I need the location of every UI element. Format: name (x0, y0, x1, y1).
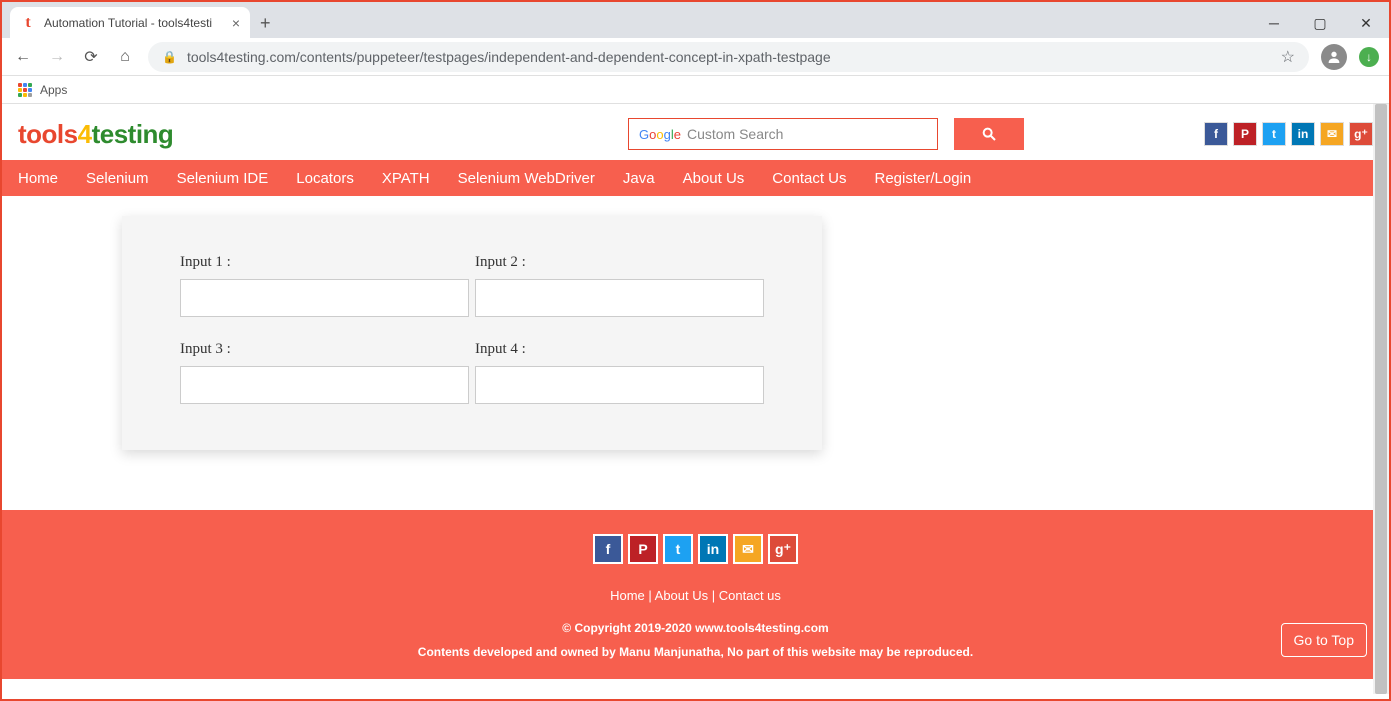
site-header: tools4testing Google Custom Search f P t… (2, 104, 1389, 160)
bookmark-star-icon[interactable]: ☆ (1281, 47, 1295, 67)
footer-pinterest-icon[interactable]: P (628, 534, 658, 564)
footer-links: Home | About Us | Contact us (18, 588, 1373, 603)
footer-social-row: f P t in ✉ g⁺ (18, 534, 1373, 564)
page-viewport: tools4testing Google Custom Search f P t… (2, 104, 1389, 694)
forward-button[interactable]: → (46, 46, 68, 68)
back-button[interactable]: ← (12, 46, 34, 68)
browser-chrome: t Automation Tutorial - tools4testi × + … (2, 2, 1389, 104)
input-3-label: Input 3 : (180, 341, 469, 358)
search-input[interactable]: Google Custom Search (628, 118, 938, 150)
bookmark-bar: Apps (2, 76, 1389, 104)
site-logo[interactable]: tools4testing (18, 119, 173, 150)
maximize-button[interactable]: ▢ (1297, 7, 1343, 39)
footer-email-icon[interactable]: ✉ (733, 534, 763, 564)
nav-selenium[interactable]: Selenium (86, 170, 149, 187)
extension-icon[interactable]: ↓ (1359, 47, 1379, 67)
main-nav: Home Selenium Selenium IDE Locators XPAT… (2, 160, 1389, 196)
googleplus-icon[interactable]: g⁺ (1349, 122, 1373, 146)
minimize-button[interactable]: ─ (1251, 7, 1297, 39)
footer-link-home[interactable]: Home (610, 588, 645, 603)
search-area: Google Custom Search (628, 118, 1024, 150)
nav-selenium-ide[interactable]: Selenium IDE (177, 170, 269, 187)
nav-java[interactable]: Java (623, 170, 655, 187)
input-1-label: Input 1 : (180, 254, 469, 271)
form-card: Input 1 : Input 2 : Input 3 : Input 4 : (122, 216, 822, 450)
footer-facebook-icon[interactable]: f (593, 534, 623, 564)
goto-top-button[interactable]: Go to Top (1281, 623, 1367, 657)
nav-about[interactable]: About Us (683, 170, 745, 187)
address-bar[interactable]: 🔒 tools4testing.com/contents/puppeteer/t… (148, 42, 1309, 72)
apps-icon[interactable] (18, 83, 32, 97)
close-tab-icon[interactable]: × (232, 15, 240, 31)
nav-locators[interactable]: Locators (296, 170, 354, 187)
google-logo: Google (639, 127, 681, 142)
scrollbar-thumb[interactable] (1375, 104, 1387, 694)
url-text: tools4testing.com/contents/puppeteer/tes… (187, 49, 1271, 65)
nav-register[interactable]: Register/Login (875, 170, 972, 187)
scrollbar[interactable] (1373, 104, 1389, 694)
apps-label[interactable]: Apps (40, 83, 67, 97)
browser-toolbar: ← → ⟳ ⌂ 🔒 tools4testing.com/contents/pup… (2, 38, 1389, 76)
favicon: t (20, 15, 36, 31)
site-footer: f P t in ✉ g⁺ Home | About Us | Contact … (2, 510, 1389, 679)
content-area: Input 1 : Input 2 : Input 3 : Input 4 : (2, 196, 1389, 510)
search-placeholder: Custom Search (687, 126, 783, 142)
close-window-button[interactable]: ✕ (1343, 7, 1389, 39)
search-button[interactable] (954, 118, 1024, 150)
footer-googleplus-icon[interactable]: g⁺ (768, 534, 798, 564)
input-3-field[interactable] (180, 366, 469, 404)
window-controls: ─ ▢ ✕ (1251, 7, 1389, 39)
header-social-row: f P t in ✉ g⁺ (1204, 122, 1373, 146)
footer-twitter-icon[interactable]: t (663, 534, 693, 564)
input-2-label: Input 2 : (475, 254, 764, 271)
footer-link-contact[interactable]: Contact us (719, 588, 781, 603)
footer-linkedin-icon[interactable]: in (698, 534, 728, 564)
email-icon[interactable]: ✉ (1320, 122, 1344, 146)
nav-home[interactable]: Home (18, 170, 58, 187)
browser-tab[interactable]: t Automation Tutorial - tools4testi × (10, 7, 250, 39)
nav-xpath[interactable]: XPATH (382, 170, 430, 187)
nav-webdriver[interactable]: Selenium WebDriver (458, 170, 595, 187)
profile-icon[interactable] (1321, 44, 1347, 70)
input-1-field[interactable] (180, 279, 469, 317)
pinterest-icon[interactable]: P (1233, 122, 1257, 146)
linkedin-icon[interactable]: in (1291, 122, 1315, 146)
twitter-icon[interactable]: t (1262, 122, 1286, 146)
new-tab-button[interactable]: + (260, 13, 271, 34)
tab-title: Automation Tutorial - tools4testi (44, 16, 224, 30)
disclaimer-text: Contents developed and owned by Manu Man… (18, 645, 1373, 659)
input-4-label: Input 4 : (475, 341, 764, 358)
input-4-field[interactable] (475, 366, 764, 404)
search-icon (981, 126, 997, 142)
facebook-icon[interactable]: f (1204, 122, 1228, 146)
copyright-text: © Copyright 2019-2020 www.tools4testing.… (18, 621, 1373, 635)
footer-link-about[interactable]: About Us (655, 588, 708, 603)
nav-contact[interactable]: Contact Us (772, 170, 846, 187)
input-2-field[interactable] (475, 279, 764, 317)
lock-icon: 🔒 (162, 50, 177, 64)
home-button[interactable]: ⌂ (114, 46, 136, 68)
tab-bar: t Automation Tutorial - tools4testi × + … (2, 2, 1389, 38)
reload-button[interactable]: ⟳ (80, 46, 102, 68)
